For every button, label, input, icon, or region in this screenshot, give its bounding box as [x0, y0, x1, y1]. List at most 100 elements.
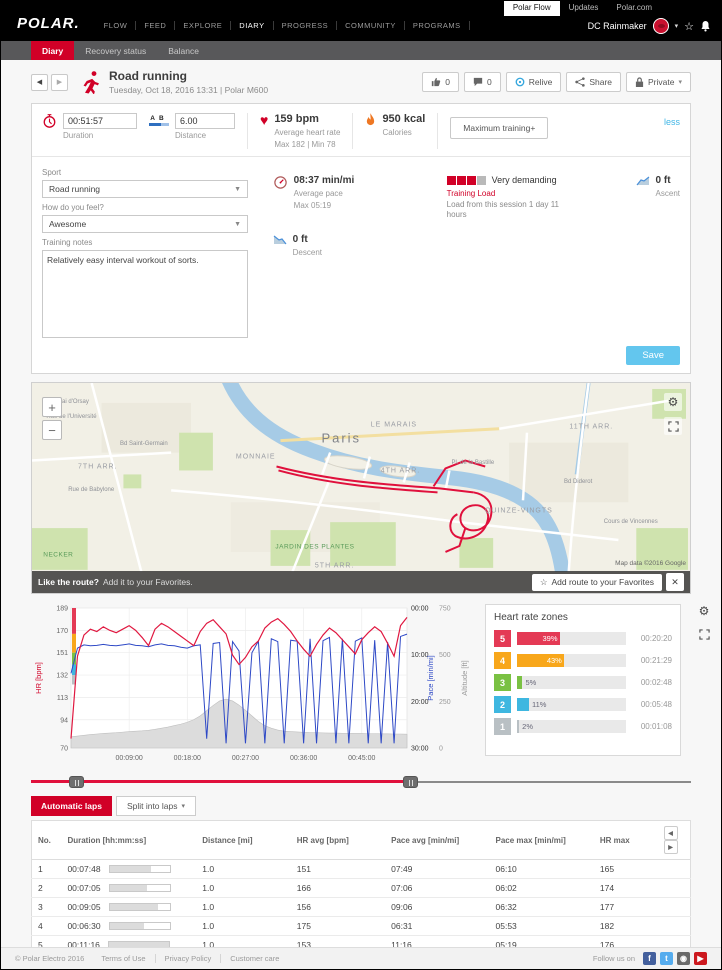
training-curve-chart[interactable]: 189 170 151 132 113 94 70 00:09:00 00:18:00 00:27…: [31, 602, 473, 772]
map-fullscreen-icon[interactable]: [664, 417, 682, 435]
descent-icon: [273, 235, 287, 245]
hr-zone-fill: [517, 676, 523, 689]
lap-row[interactable]: 2 00:07:05 1.0 166 07:06 06:02 174: [31, 878, 691, 898]
map-settings-gear-icon[interactable]: ⚙: [664, 393, 682, 411]
timeline-scrubber[interactable]: [31, 774, 691, 790]
lap-pace-avg: 07:49: [385, 859, 490, 879]
relive-label: Relive: [528, 77, 553, 87]
chevron-down-icon: ▾: [181, 803, 186, 810]
polar-logo[interactable]: POLAR.: [17, 15, 80, 32]
share-label: Share: [589, 77, 613, 87]
lap-duration-fill: [109, 904, 159, 910]
lap-spacer: [655, 916, 691, 936]
map-tools: ⚙: [664, 393, 682, 435]
nav-item-community[interactable]: COMMUNITY: [337, 21, 405, 30]
top-tab-polar-flow[interactable]: Polar Flow: [503, 1, 560, 16]
calories-metric: 950 kcal Calories: [365, 113, 425, 137]
title-block: Road running Tuesday, Oct 18, 2016 13:31…: [109, 69, 268, 95]
feel-select[interactable]: Awesome ▼: [42, 215, 248, 233]
duration-input[interactable]: [63, 113, 137, 129]
nav-item-programs[interactable]: PROGRAMS: [405, 21, 470, 30]
social-links: Follow us on f t ◉ ▶: [593, 952, 707, 965]
hr-zone-row: 5 39% 00:20:20: [494, 630, 672, 647]
lap-duration: 00:09:05: [61, 897, 197, 917]
facebook-icon[interactable]: f: [643, 952, 656, 965]
laps-next-page-button[interactable]: ▶: [663, 840, 678, 854]
previous-session-button[interactable]: ◀: [31, 73, 48, 91]
tab-split-into-laps[interactable]: Split into laps ▾: [115, 796, 197, 816]
close-overlay-button[interactable]: ✕: [666, 573, 684, 591]
divider: [352, 113, 354, 149]
lap-row[interactable]: 4 00:06:30 1.0 175 06:31 05:53 182: [31, 916, 691, 936]
nav-item-diary[interactable]: DIARY: [231, 21, 274, 30]
map-zoom-controls: + −: [42, 397, 62, 440]
instagram-icon[interactable]: ◉: [677, 952, 690, 965]
nav-item-feed[interactable]: FEED: [136, 21, 176, 30]
lap-row[interactable]: 3 00:09:05 1.0 156 09:06 06:32 177: [31, 897, 691, 917]
top-tab-polar-com[interactable]: Polar.com: [607, 1, 661, 16]
nav-item-progress[interactable]: PROGRESS: [274, 21, 338, 30]
footer-link-privacy-policy[interactable]: Privacy Policy: [154, 954, 221, 963]
laps-column-header: Duration [hh:mm:ss]: [61, 820, 197, 860]
chart-settings-gear-icon[interactable]: ⚙: [695, 602, 713, 620]
svg-text:Pace [min/mi]: Pace [min/mi]: [426, 655, 435, 700]
top-tab-updates[interactable]: Updates: [560, 1, 608, 16]
avatar[interactable]: [652, 18, 669, 34]
zoom-in-button[interactable]: +: [42, 397, 62, 417]
lap-duration: 00:07:05: [61, 878, 197, 898]
relive-button[interactable]: Relive: [505, 72, 562, 92]
privacy-button[interactable]: Private ▾: [626, 72, 691, 92]
map-canvas[interactable]: [32, 383, 690, 572]
subnav-item-recovery-status[interactable]: Recovery status: [74, 41, 157, 60]
like-count: 0: [445, 77, 450, 87]
favorites-star-icon[interactable]: ☆: [684, 20, 694, 33]
scrubber-right-handle[interactable]: [403, 776, 418, 788]
hr-zone-number: 1: [494, 718, 511, 735]
youtube-icon[interactable]: ▶: [694, 952, 707, 965]
tab-automatic-laps[interactable]: Automatic laps: [31, 796, 112, 816]
duration-label: Duration: [63, 131, 94, 140]
route-map[interactable]: Quai d'Orsay Rue de l'Université Bd Saint-…: [31, 382, 691, 594]
next-session-button[interactable]: ▶: [51, 73, 68, 91]
like-button[interactable]: 0: [422, 72, 459, 92]
svg-text:30:00: 30:00: [411, 746, 429, 753]
svg-text:132: 132: [56, 673, 68, 680]
subnav-item-diary[interactable]: Diary: [31, 41, 75, 60]
chart-fullscreen-icon[interactable]: [695, 625, 713, 643]
training-notes-input[interactable]: Relatively easy interval workout of sort…: [42, 250, 248, 338]
comment-button[interactable]: 0: [463, 72, 501, 92]
twitter-icon[interactable]: t: [660, 952, 673, 965]
subnav-item-balance[interactable]: Balance: [157, 41, 210, 60]
content: ◀ ▶ Road running Tuesday, Oct 18, 2016 1…: [1, 60, 721, 969]
collapse-details-link[interactable]: less: [664, 117, 680, 127]
add-route-to-favorites-button[interactable]: ☆ Add route to your Favorites: [531, 573, 662, 591]
lap-hr-max: 182: [593, 916, 656, 936]
chevron-down-icon[interactable]: ▾: [675, 22, 679, 30]
share-button[interactable]: Share: [566, 72, 622, 92]
notifications-bell-icon[interactable]: [700, 20, 711, 32]
scrubber-left-handle[interactable]: [69, 776, 84, 788]
lap-row[interactable]: 1 00:07:48 1.0 151 07:49 06:10 165: [31, 859, 691, 879]
ascent-icon: [636, 176, 649, 186]
split-laps-label: Split into laps: [126, 801, 178, 811]
user-name[interactable]: DC Rainmaker: [588, 21, 647, 31]
zoom-out-button[interactable]: −: [42, 420, 62, 440]
lap-hr-max: 165: [593, 859, 656, 879]
footer-link-terms-of-use[interactable]: Terms of Use: [92, 954, 154, 963]
svg-text:00:00: 00:00: [411, 606, 429, 613]
hr-zone-time: 00:01:08: [640, 722, 672, 731]
nav-item-explore[interactable]: EXPLORE: [175, 21, 232, 30]
nav-item-flow[interactable]: FLOW: [96, 21, 137, 30]
laps-prev-page-button[interactable]: ◀: [663, 826, 678, 840]
sport-select[interactable]: Road running ▼: [42, 180, 248, 198]
hr-zone-bar: 2%: [517, 720, 626, 733]
flame-icon: [367, 113, 375, 126]
training-benefit-button[interactable]: Maximum training+: [450, 117, 549, 139]
ascent-stat: 0 ft Ascent: [636, 175, 680, 198]
save-button[interactable]: Save: [626, 346, 680, 365]
footer-link-customer-care[interactable]: Customer care: [220, 954, 288, 963]
svg-text:189: 189: [56, 606, 68, 613]
distance-input[interactable]: [175, 113, 235, 129]
laps-column-header: HR avg [bpm]: [290, 820, 386, 860]
lap-duration-cell: 00:07:48: [67, 864, 190, 874]
